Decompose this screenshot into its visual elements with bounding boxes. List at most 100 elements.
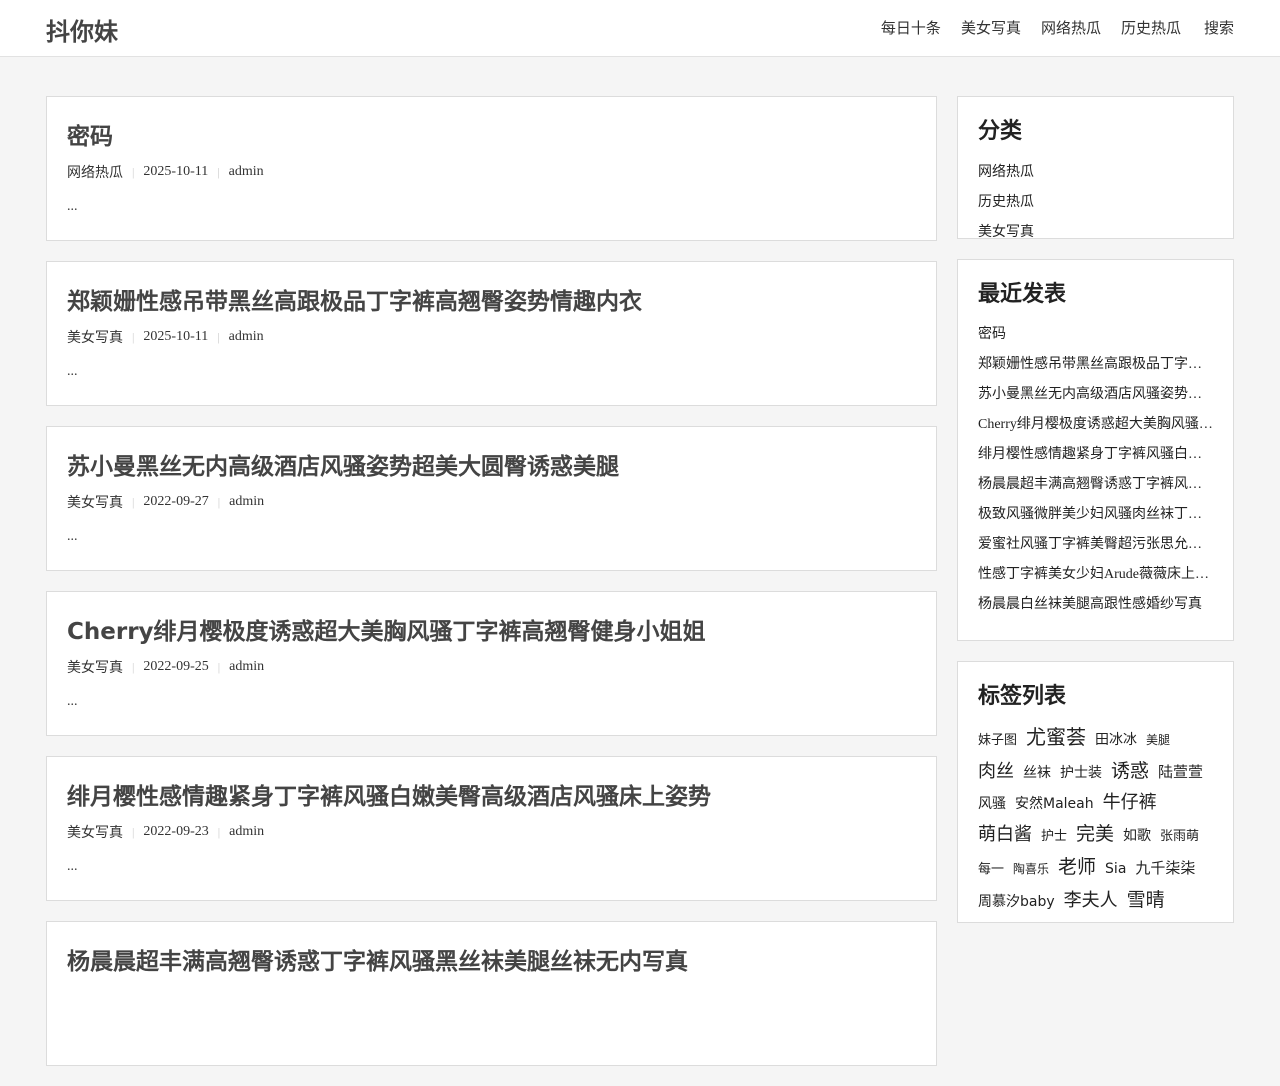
post-list: 密码 网络热瓜 | 2025-10-11 | admin ... 郑颖姗性感吊带… — [46, 96, 937, 1086]
post-card: Cherry绯月樱极度诱惑超大美胸风骚丁字裤高翘臀健身小姐姐 美女写真 | 20… — [46, 591, 937, 736]
post-card: 密码 网络热瓜 | 2025-10-11 | admin ... — [46, 96, 937, 241]
post-category[interactable]: 网络热瓜 — [67, 162, 123, 182]
post-excerpt: ... — [67, 199, 78, 214]
tag-link[interactable]: 陶喜乐 — [1013, 862, 1049, 876]
nav-item-history[interactable]: 历史热瓜 — [1121, 17, 1181, 38]
tag-link[interactable]: 陆萱萱 — [1158, 763, 1203, 781]
meta-separator: | — [132, 494, 135, 509]
nav-item-search[interactable]: 搜索 — [1204, 17, 1234, 38]
categories-widget: 分类 网络热瓜 历史热瓜 美女写真 — [957, 96, 1234, 240]
tag-link[interactable]: 老师 — [1058, 856, 1096, 878]
post-title[interactable]: 密码 — [67, 117, 113, 151]
post-card: 绯月樱性感情趣紧身丁字裤风骚白嫩美臀高级酒店风骚床上姿势 美女写真 | 2022… — [46, 756, 937, 901]
tag-link[interactable]: Sia — [1105, 861, 1126, 877]
post-title[interactable]: 苏小曼黑丝无内高级酒店风骚姿势超美大圆臀诱惑美腿 — [67, 447, 619, 481]
tag-cloud: 妹子图 尤蜜荟 田冰冰 美腿 肉丝 丝袜 护士装 诱惑 陆萱萱 风骚 安然Mal… — [978, 722, 1213, 917]
nav-item-hot[interactable]: 网络热瓜 — [1041, 17, 1101, 38]
post-author[interactable]: admin — [229, 329, 264, 345]
meta-separator: | — [132, 164, 135, 179]
tag-link[interactable]: 周慕汐baby — [978, 894, 1055, 910]
post-meta: 美女写真 | 2025-10-11 | admin — [67, 327, 264, 347]
post-date: 2022-09-25 — [143, 659, 209, 674]
recent-post-link[interactable]: 密码 — [978, 320, 1214, 350]
post-title[interactable]: 绯月樱性感情趣紧身丁字裤风骚白嫩美臀高级酒店风骚床上姿势 — [67, 777, 711, 811]
post-meta: 网络热瓜 | 2025-10-11 | admin — [67, 162, 264, 182]
tag-link[interactable]: 如歌 — [1123, 828, 1151, 844]
post-author[interactable]: admin — [229, 494, 264, 510]
nav-item-photos[interactable]: 美女写真 — [961, 17, 1021, 38]
post-author[interactable]: admin — [229, 659, 264, 675]
meta-separator: | — [132, 329, 135, 344]
category-item-hot[interactable]: 网络热瓜 — [978, 157, 1096, 187]
recent-post-link[interactable]: 爱蜜社风骚丁字裤美臀超污张思允写真 — [978, 530, 1214, 560]
meta-separator: | — [132, 824, 135, 839]
tag-link[interactable]: 妹子图 — [978, 733, 1017, 748]
post-meta: 美女写真 | 2022-09-25 | admin — [67, 657, 264, 677]
post-excerpt: ... — [67, 364, 78, 379]
meta-separator: | — [132, 659, 135, 674]
recent-post-link[interactable]: 苏小曼黑丝无内高级酒店风骚姿势超美大圆臀诱惑美腿 — [978, 380, 1214, 410]
meta-separator: | — [217, 164, 220, 179]
post-date: 2022-09-27 — [143, 494, 209, 509]
post-date: 2025-10-11 — [143, 164, 209, 179]
recent-post-link[interactable]: 性感丁字裤美女少妇Arude薇薇床上写真 — [978, 560, 1214, 590]
tag-link[interactable]: 每一 — [978, 862, 1004, 877]
recent-post-link[interactable]: 郑颖姗性感吊带黑丝高跟极品丁字裤高翘臀姿势情趣内衣 — [978, 350, 1214, 380]
recent-post-link[interactable]: 绯月樱性感情趣紧身丁字裤风骚白嫩美臀高级酒店风骚床上姿势 — [978, 440, 1214, 470]
category-item-history[interactable]: 历史热瓜 — [978, 187, 1096, 217]
post-excerpt: ... — [67, 529, 78, 544]
post-title[interactable]: Cherry绯月樱极度诱惑超大美胸风骚丁字裤高翘臀健身小姐姐 — [67, 612, 706, 646]
post-card: 郑颖姗性感吊带黑丝高跟极品丁字裤高翘臀姿势情趣内衣 美女写真 | 2025-10… — [46, 261, 937, 406]
tag-link[interactable]: 李夫人 — [1064, 890, 1118, 911]
sidebar: 分类 网络热瓜 历史热瓜 美女写真 最近发表 密码 郑颖姗性感吊带黑丝高跟极品丁… — [957, 96, 1234, 943]
meta-separator: | — [217, 659, 221, 674]
post-author[interactable]: admin — [229, 164, 264, 180]
recent-post-link[interactable]: 杨晨晨白丝袜美腿高跟性感婚纱写真 — [978, 590, 1214, 620]
post-author[interactable]: admin — [229, 824, 264, 840]
widget-title: 最近发表 — [978, 282, 1067, 307]
tag-link[interactable]: 风骚 — [978, 796, 1006, 812]
tag-link[interactable]: 护士装 — [1060, 765, 1102, 781]
tag-link[interactable]: 美腿 — [1146, 733, 1170, 747]
post-category[interactable]: 美女写真 — [67, 492, 123, 512]
category-list: 网络热瓜 历史热瓜 美女写真 — [978, 157, 1213, 247]
post-category[interactable]: 美女写真 — [67, 657, 123, 677]
post-card: 苏小曼黑丝无内高级酒店风骚姿势超美大圆臀诱惑美腿 美女写真 | 2022-09-… — [46, 426, 937, 571]
tag-link[interactable]: 田冰冰 — [1095, 732, 1137, 748]
tag-link[interactable]: 护士 — [1041, 829, 1067, 844]
tag-link[interactable]: 安然Maleah — [1015, 796, 1094, 812]
tag-link[interactable]: 萌白酱 — [978, 824, 1032, 845]
tag-link[interactable]: 尤蜜荟 — [1026, 725, 1086, 749]
post-category[interactable]: 美女写真 — [67, 822, 123, 842]
site-header: 抖你妹 每日十条 美女写真 网络热瓜 历史热瓜 搜索 — [0, 0, 1280, 57]
site-logo[interactable]: 抖你妹 — [46, 12, 118, 47]
tag-link[interactable]: 丝袜 — [1023, 765, 1051, 781]
tags-widget: 标签列表 妹子图 尤蜜荟 田冰冰 美腿 肉丝 丝袜 护士装 诱惑 陆萱萱 风骚 … — [957, 661, 1234, 923]
nav-item-daily[interactable]: 每日十条 — [881, 17, 941, 38]
tag-link[interactable]: 肉丝 — [978, 761, 1014, 782]
recent-posts-widget: 最近发表 密码 郑颖姗性感吊带黑丝高跟极品丁字裤高翘臀姿势情趣内衣 苏小曼黑丝无… — [957, 259, 1234, 641]
post-meta: 美女写真 | 2022-09-27 | admin — [67, 492, 264, 512]
post-date: 2025-10-11 — [143, 329, 209, 344]
tag-link[interactable]: 诱惑 — [1111, 760, 1149, 782]
post-meta: 美女写真 | 2022-09-23 | admin — [67, 822, 264, 842]
post-title[interactable]: 杨晨晨超丰满高翘臀诱惑丁字裤风骚黑丝袜美腿丝袜无内写真 — [67, 942, 688, 976]
meta-separator: | — [217, 494, 221, 509]
post-excerpt: ... — [67, 859, 78, 874]
tag-link[interactable]: 牛仔裤 — [1103, 792, 1157, 813]
post-category[interactable]: 美女写真 — [67, 327, 123, 347]
category-item-photos[interactable]: 美女写真 — [978, 217, 1096, 247]
tag-link[interactable]: 完美 — [1076, 823, 1114, 845]
tag-link[interactable]: 张雨萌 — [1160, 829, 1199, 844]
recent-post-link[interactable]: 极致风骚微胖美少妇风骚肉丝袜丁字裤 — [978, 500, 1214, 530]
recent-post-link[interactable]: Cherry绯月樱极度诱惑超大美胸风骚丁字裤高翘臀健身小姐姐 — [978, 410, 1214, 440]
tag-link[interactable]: 九千柒柒 — [1135, 859, 1195, 877]
widget-title: 分类 — [978, 119, 1023, 144]
post-excerpt: ... — [67, 694, 78, 709]
meta-separator: | — [217, 824, 221, 839]
tag-link[interactable]: 雪晴 — [1127, 889, 1165, 911]
post-date: 2022-09-23 — [143, 824, 209, 839]
recent-post-link[interactable]: 杨晨晨超丰满高翘臀诱惑丁字裤风骚黑丝袜美腿丝袜无内写真 — [978, 470, 1214, 500]
post-title[interactable]: 郑颖姗性感吊带黑丝高跟极品丁字裤高翘臀姿势情趣内衣 — [67, 282, 642, 316]
post-card: 杨晨晨超丰满高翘臀诱惑丁字裤风骚黑丝袜美腿丝袜无内写真 — [46, 921, 937, 1066]
